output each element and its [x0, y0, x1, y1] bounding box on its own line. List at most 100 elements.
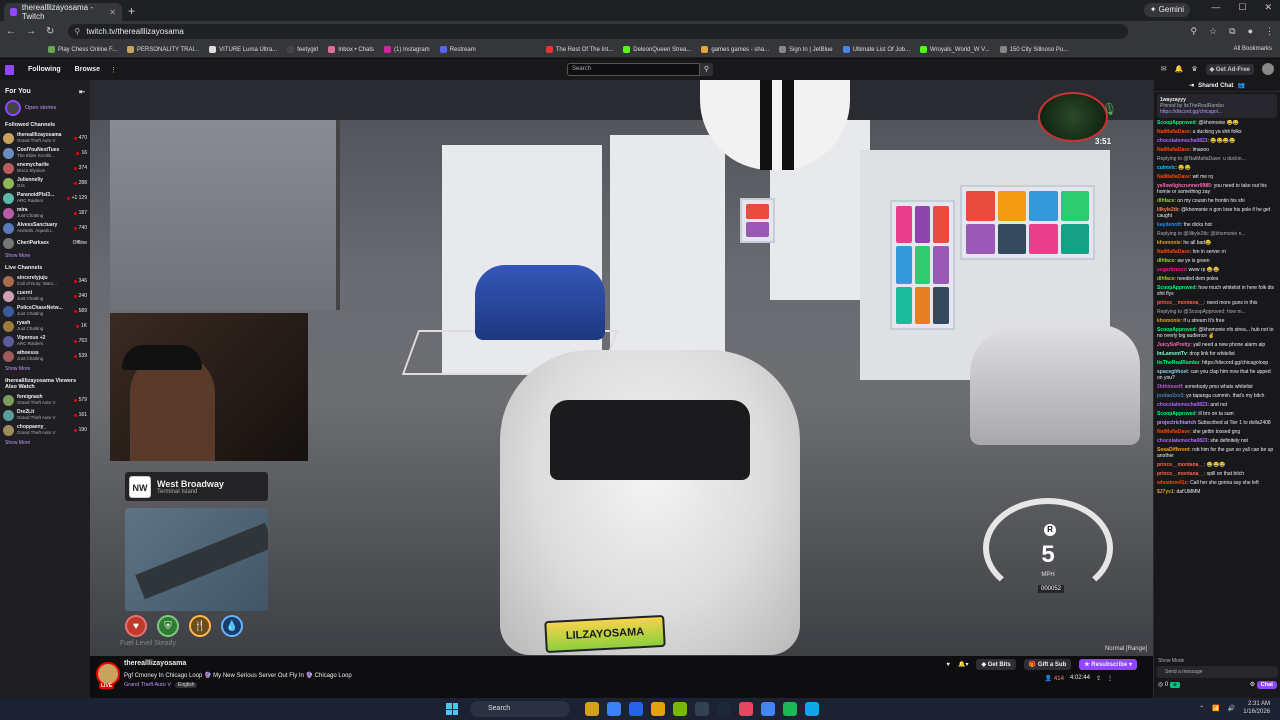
chat-username[interactable]: ScoopApproved	[1157, 120, 1196, 126]
chat-username[interactable]: 2bthimself	[1157, 384, 1182, 390]
bookmark-item[interactable]: Ultimate List Of Job...	[842, 46, 910, 53]
bookmark-item[interactable]: Play Chess Online F...	[48, 46, 117, 53]
chat-username[interactable]: chocolatemocha0823	[1157, 402, 1208, 408]
taskbar-clock[interactable]: 2:31 AM 1/16/2026	[1243, 700, 1270, 716]
resubscribe-button[interactable]: ★ Resubscribe ▾	[1079, 659, 1137, 670]
collapse-sidebar-icon[interactable]: ⇤	[79, 88, 85, 96]
edge-icon[interactable]	[607, 702, 621, 716]
chat-username[interactable]: NatMafiaDave	[1157, 129, 1190, 135]
profile-icon[interactable]: ●	[1248, 26, 1253, 37]
video-player[interactable]: 🎙 3:51 NW West Broadway Terminal Island …	[90, 80, 1153, 656]
sidebar-channel[interactable]: athoesss Just Chatting 539	[3, 349, 87, 363]
maximize-icon[interactable]: ☐	[1238, 2, 1246, 13]
file-explorer-icon[interactable]	[585, 702, 599, 716]
get-bits-button[interactable]: ◆ Get Bits	[976, 659, 1016, 670]
nav-browse[interactable]: Browse	[75, 66, 100, 73]
sidebar-channel[interactable]: enemycharlie Disco Elysium 374	[3, 161, 87, 175]
open-stories[interactable]: Open stories	[5, 100, 85, 116]
user-avatar[interactable]	[1262, 63, 1274, 75]
extensions-icon[interactable]: ⧉	[1229, 26, 1235, 37]
chat-username[interactable]: NatMafiaDave	[1157, 174, 1190, 180]
chat-send-button[interactable]: Chat	[1256, 681, 1277, 689]
chat-username[interactable]: prince__montana__	[1157, 471, 1204, 477]
chat-username[interactable]: JuicySoPretty	[1157, 342, 1190, 348]
sidebar-channel[interactable]: Viperous +2 ARC Raiders 763	[3, 334, 87, 348]
show-more-live[interactable]: Show More	[5, 366, 85, 372]
sidebar-channel[interactable]: sincerelyjuju Call of Duty: Warz... 346	[3, 274, 87, 288]
show-mode[interactable]: Show Mode	[1154, 656, 1280, 666]
spotify-icon[interactable]	[783, 702, 797, 716]
volume-icon[interactable]: 🔊	[1228, 705, 1235, 712]
chat-username[interactable]: $J7yv1	[1157, 489, 1174, 495]
channel-points[interactable]: ◎ 0 ⊕	[1158, 681, 1181, 688]
all-bookmarks[interactable]: All Bookmarks	[1234, 46, 1272, 52]
back-icon[interactable]: ←	[6, 26, 16, 37]
language-tag[interactable]: English	[174, 682, 198, 688]
collapse-chat-icon[interactable]: ⇥	[1189, 82, 1194, 89]
bookmark-item[interactable]: Restream	[439, 46, 476, 53]
wifi-icon[interactable]: 📶	[1212, 705, 1219, 712]
sidebar-channel[interactable]: cuerni Just Chatting 240	[3, 289, 87, 303]
url-input[interactable]: twitch.tv/therealllizayosama	[68, 24, 1129, 39]
nvidia-icon[interactable]	[673, 702, 687, 716]
points-badge-icon[interactable]: ⊕	[1169, 682, 1181, 688]
sidebar-channel[interactable]: foreignash Grand Theft Auto V 579	[3, 393, 87, 407]
chat-settings-icon[interactable]: ⚙	[1250, 682, 1255, 688]
zoom-icon[interactable]: ⚲	[1190, 26, 1197, 37]
menu-dots-icon[interactable]: ⋮	[1265, 26, 1274, 37]
chat-username[interactable]: culmvic	[1157, 165, 1176, 171]
chat-username[interactable]: chocolatemocha0823	[1157, 438, 1208, 444]
app-icon[interactable]	[805, 702, 819, 716]
minimize-icon[interactable]: —	[1211, 2, 1220, 13]
bookmark-item[interactable]: (1) Instagram	[384, 46, 430, 53]
bookmark-item[interactable]: DeleonQueen Strea...	[623, 46, 691, 53]
bookmark-item[interactable]: Wroyals_World_W V...	[920, 46, 990, 53]
chat-username[interactable]: NatMafiaDave	[1157, 249, 1190, 255]
taskbar-search[interactable]: Search	[470, 701, 570, 717]
chat-username[interactable]: kaydenrdt	[1157, 222, 1181, 228]
chat-input[interactable]: Send a message	[1157, 666, 1278, 678]
sidebar-channel[interactable]: Dre2Lit Grand Theft Auto V 161	[3, 408, 87, 422]
steam-icon[interactable]	[717, 702, 731, 716]
chat-users-icon[interactable]: 👥	[1237, 82, 1244, 89]
start-menu-icon[interactable]	[446, 703, 458, 715]
gemini-button[interactable]: ✦ Gemini	[1143, 3, 1190, 17]
sidebar-channel[interactable]: therealllizayosama Grand Theft Auto V 470	[3, 131, 87, 145]
sidebar-channel[interactable]: choppaeny_ Grand Theft Auto V 190	[3, 423, 87, 437]
chat-username[interactable]: dlhface	[1157, 198, 1175, 204]
chat-username[interactable]: ImLamontTv	[1157, 351, 1187, 357]
bookmark-item[interactable]: 150 City Sillnoso Pu...	[999, 46, 1068, 53]
gift-sub-button[interactable]: 🎁 Gift a Sub	[1023, 659, 1072, 670]
prime-icon[interactable]: ♛	[1191, 65, 1197, 73]
browser-tab-twitch[interactable]: therealllizayosama - Twitch ✕	[4, 3, 122, 21]
sidebar-channel[interactable]: PoliceChaseNetw... Just Chatting 589	[3, 304, 87, 318]
sidebar-channel[interactable]: ParanoidPlsI3... ARC Raiders +1 129	[3, 191, 87, 205]
bookmark-item[interactable]: Inbox • Chats	[328, 46, 374, 53]
bookmark-item[interactable]: feetygirl	[287, 46, 318, 53]
chat-username[interactable]: dlhface	[1157, 276, 1175, 282]
chat-username[interactable]: jordan2xx3	[1157, 393, 1183, 399]
bookmark-item[interactable]: VITURE Luma Ultra...	[209, 46, 277, 53]
sidebar-channel[interactable]: Julienne9y DJs 288	[3, 176, 87, 190]
get-ad-free-button[interactable]: ◆ Get Ad-Free	[1205, 63, 1254, 75]
search-icon[interactable]: ⚲	[700, 63, 713, 76]
settings-icon[interactable]	[695, 702, 709, 716]
notification-bell-icon[interactable]: 🔔▾	[958, 661, 968, 668]
more-icon[interactable]: ⋮	[110, 66, 117, 74]
app-icon[interactable]	[739, 702, 753, 716]
search-input[interactable]: Search	[567, 63, 700, 76]
chat-username[interactable]: projectrichiarich	[1157, 420, 1196, 426]
chrome-icon[interactable]	[761, 702, 775, 716]
chat-username[interactable]: khomonie	[1157, 240, 1181, 246]
tray-chevron-icon[interactable]: ⌃	[1199, 705, 1204, 712]
store-icon[interactable]	[629, 702, 643, 716]
chat-username[interactable]: ItsTheRealRambo	[1157, 360, 1199, 366]
chat-message-list[interactable]: ScoopApproved: @khomonie 😂😂 NatMafiaDave:…	[1154, 120, 1280, 635]
chat-username[interactable]: dlhface	[1157, 258, 1175, 264]
chat-username[interactable]: NatMafiaDave	[1157, 429, 1190, 435]
streamer-name[interactable]: therealllizayosama	[124, 660, 186, 667]
bookmark-item[interactable]: games games - sha...	[701, 46, 769, 53]
chat-username[interactable]: prince__montana__	[1157, 462, 1204, 468]
bookmark-item[interactable]: PERSONALITY TRAI...	[127, 46, 199, 53]
close-window-icon[interactable]: ✕	[1264, 2, 1272, 13]
